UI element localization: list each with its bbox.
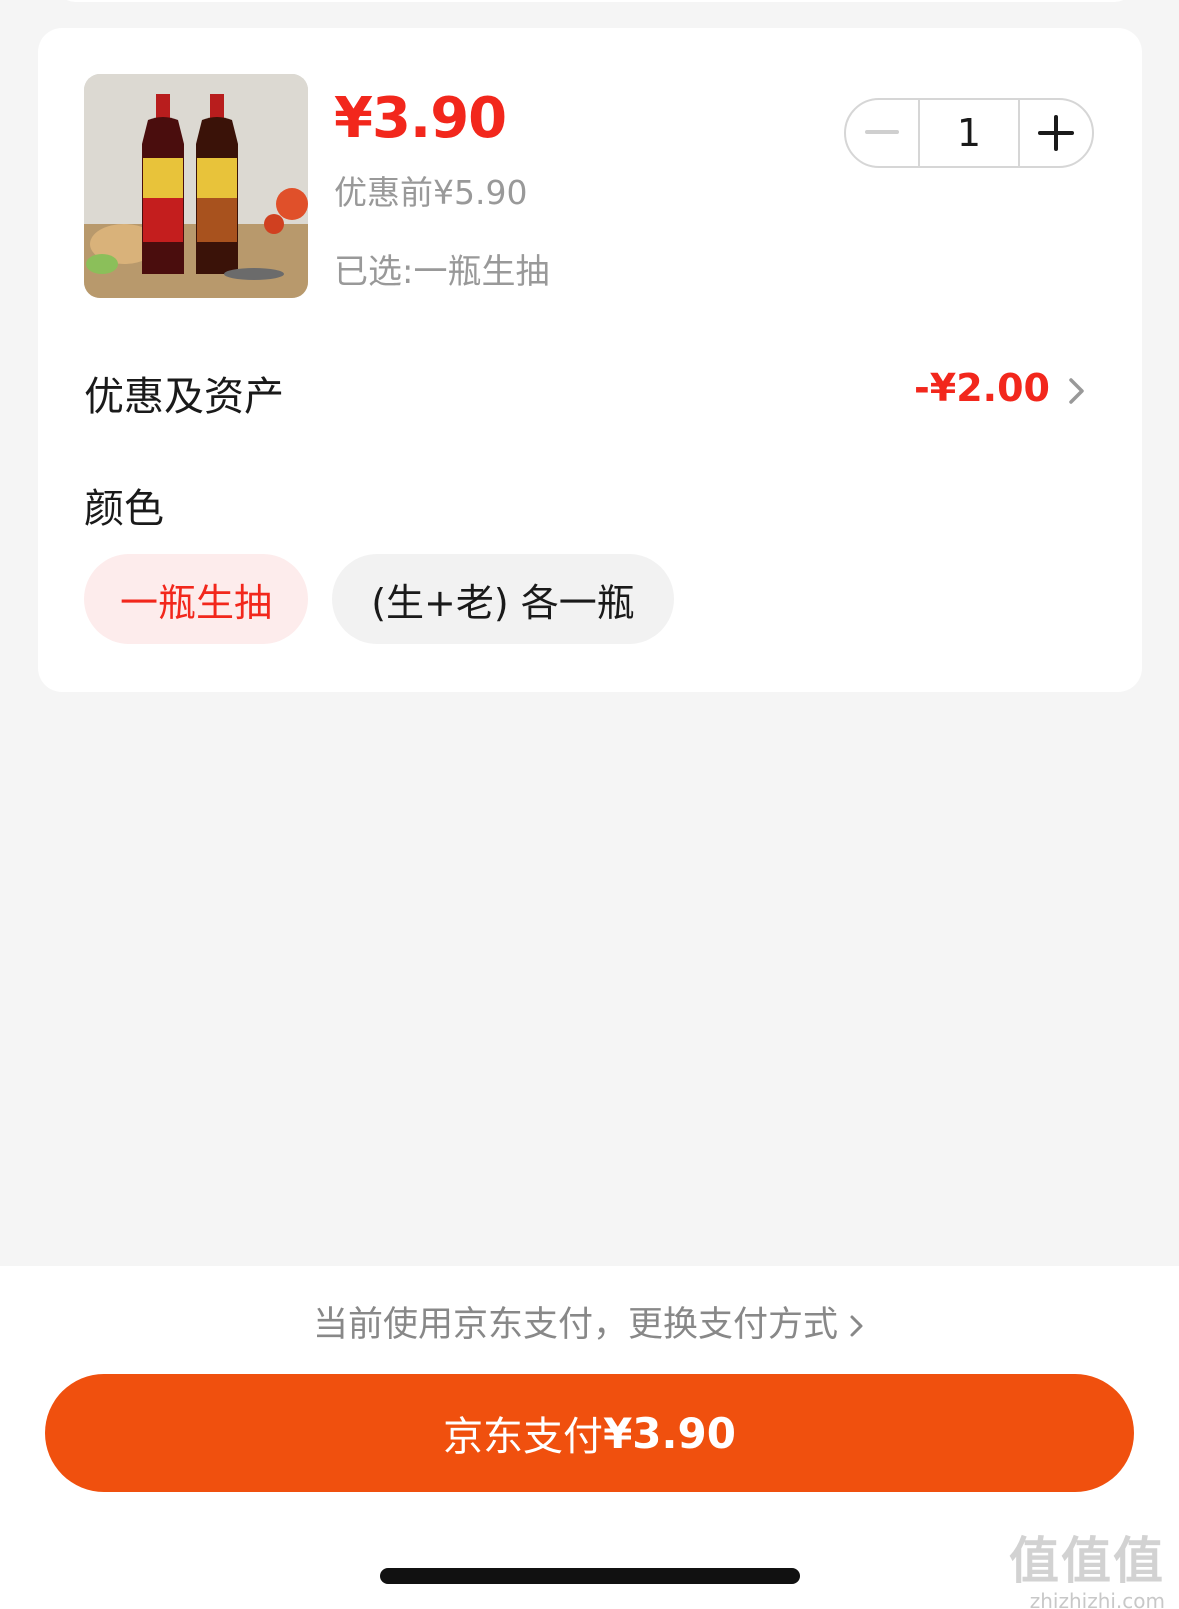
option-group-title: 颜色 [84, 486, 164, 532]
discount-row-title[interactable]: 优惠及资产 [84, 364, 284, 422]
option-chip[interactable]: (生+老) 各一瓶 [332, 554, 674, 644]
selected-variant: 已选:一瓶生抽 [334, 252, 550, 292]
bottom-pay-bar: 当前使用京东支付，更换支付方式 京东支付 ¥3.90 值值值 zhizhizhi.… [0, 1266, 1179, 1609]
chevron-right-icon [850, 1315, 863, 1337]
minus-icon [865, 130, 899, 134]
chevron-right-icon[interactable] [1066, 376, 1088, 406]
option-chip-selected[interactable]: 一瓶生抽 [84, 554, 308, 644]
quantity-value[interactable]: 1 [918, 100, 1020, 166]
watermark: 值值值 zhizhizhi.com [1009, 1521, 1165, 1609]
current-price: ¥3.90 [334, 86, 507, 151]
increase-button[interactable] [1020, 100, 1092, 166]
product-card: ¥3.90 优惠前¥5.90 已选:一瓶生抽 1 优惠及资产 -¥2.00 颜色… [38, 28, 1142, 692]
product-image[interactable] [84, 74, 308, 298]
original-price: 优惠前¥5.90 [334, 173, 528, 212]
quantity-stepper: 1 [844, 98, 1094, 168]
previous-card-edge [54, 0, 1136, 2]
change-payment-text: 当前使用京东支付，更换支付方式 [312, 1305, 838, 1345]
decrease-button[interactable] [846, 100, 918, 166]
pay-button-amount: ¥3.90 [603, 1408, 736, 1458]
plus-icon [1038, 115, 1074, 151]
soy-sauce-bottles-image [84, 74, 308, 298]
pay-button[interactable]: 京东支付 ¥3.90 [45, 1374, 1134, 1492]
watermark-logo: 值值值 [1009, 1532, 1165, 1590]
home-indicator[interactable] [380, 1568, 800, 1584]
change-payment-link[interactable]: 当前使用京东支付，更换支付方式 [0, 1296, 1179, 1347]
pay-button-label: 京东支付 [443, 1414, 604, 1460]
discount-value[interactable]: -¥2.00 [914, 366, 1050, 410]
